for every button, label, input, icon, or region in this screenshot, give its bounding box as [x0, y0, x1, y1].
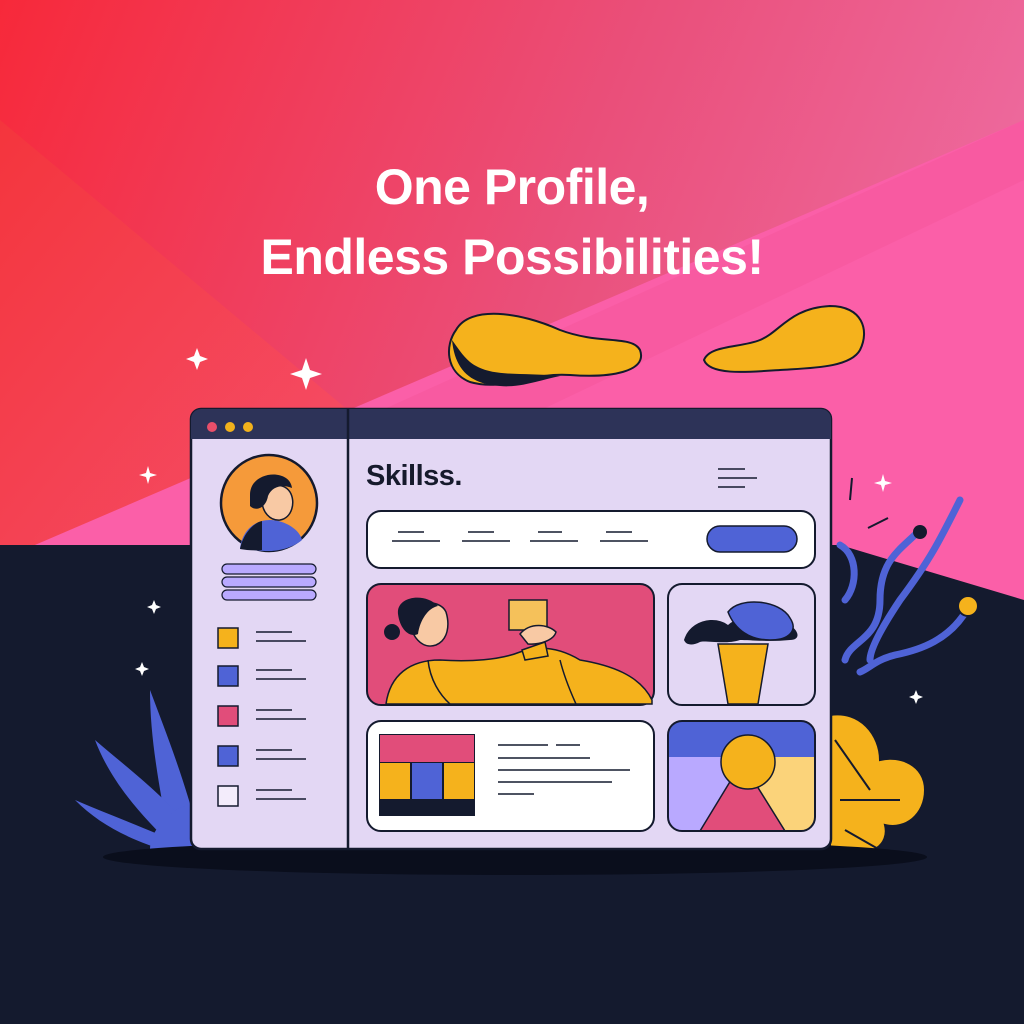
feature-card-reading[interactable] — [366, 583, 655, 706]
profile-name-pills — [221, 563, 317, 601]
window-close-dot[interactable] — [207, 422, 217, 432]
window-maximize-dot[interactable] — [243, 422, 253, 432]
decorative-dot — [957, 595, 979, 617]
hero-illustration: One Profile, Endless Possibilities! Skil… — [0, 0, 1024, 1024]
nav-action-button[interactable] — [706, 525, 798, 553]
headline: One Profile, Endless Possibilities! — [0, 152, 1024, 292]
headline-line-1: One Profile, — [374, 158, 650, 215]
window-minimize-dot[interactable] — [225, 422, 235, 432]
avatar[interactable] — [219, 453, 319, 553]
headline-line-2: Endless Possibilities! — [260, 228, 764, 285]
brand-logo-text[interactable]: Skillss. — [366, 460, 462, 493]
feature-card-content[interactable] — [366, 720, 655, 832]
decorative-dot — [913, 525, 927, 539]
feature-card-avatar[interactable] — [667, 583, 816, 706]
feature-card-shapes[interactable] — [667, 720, 816, 832]
